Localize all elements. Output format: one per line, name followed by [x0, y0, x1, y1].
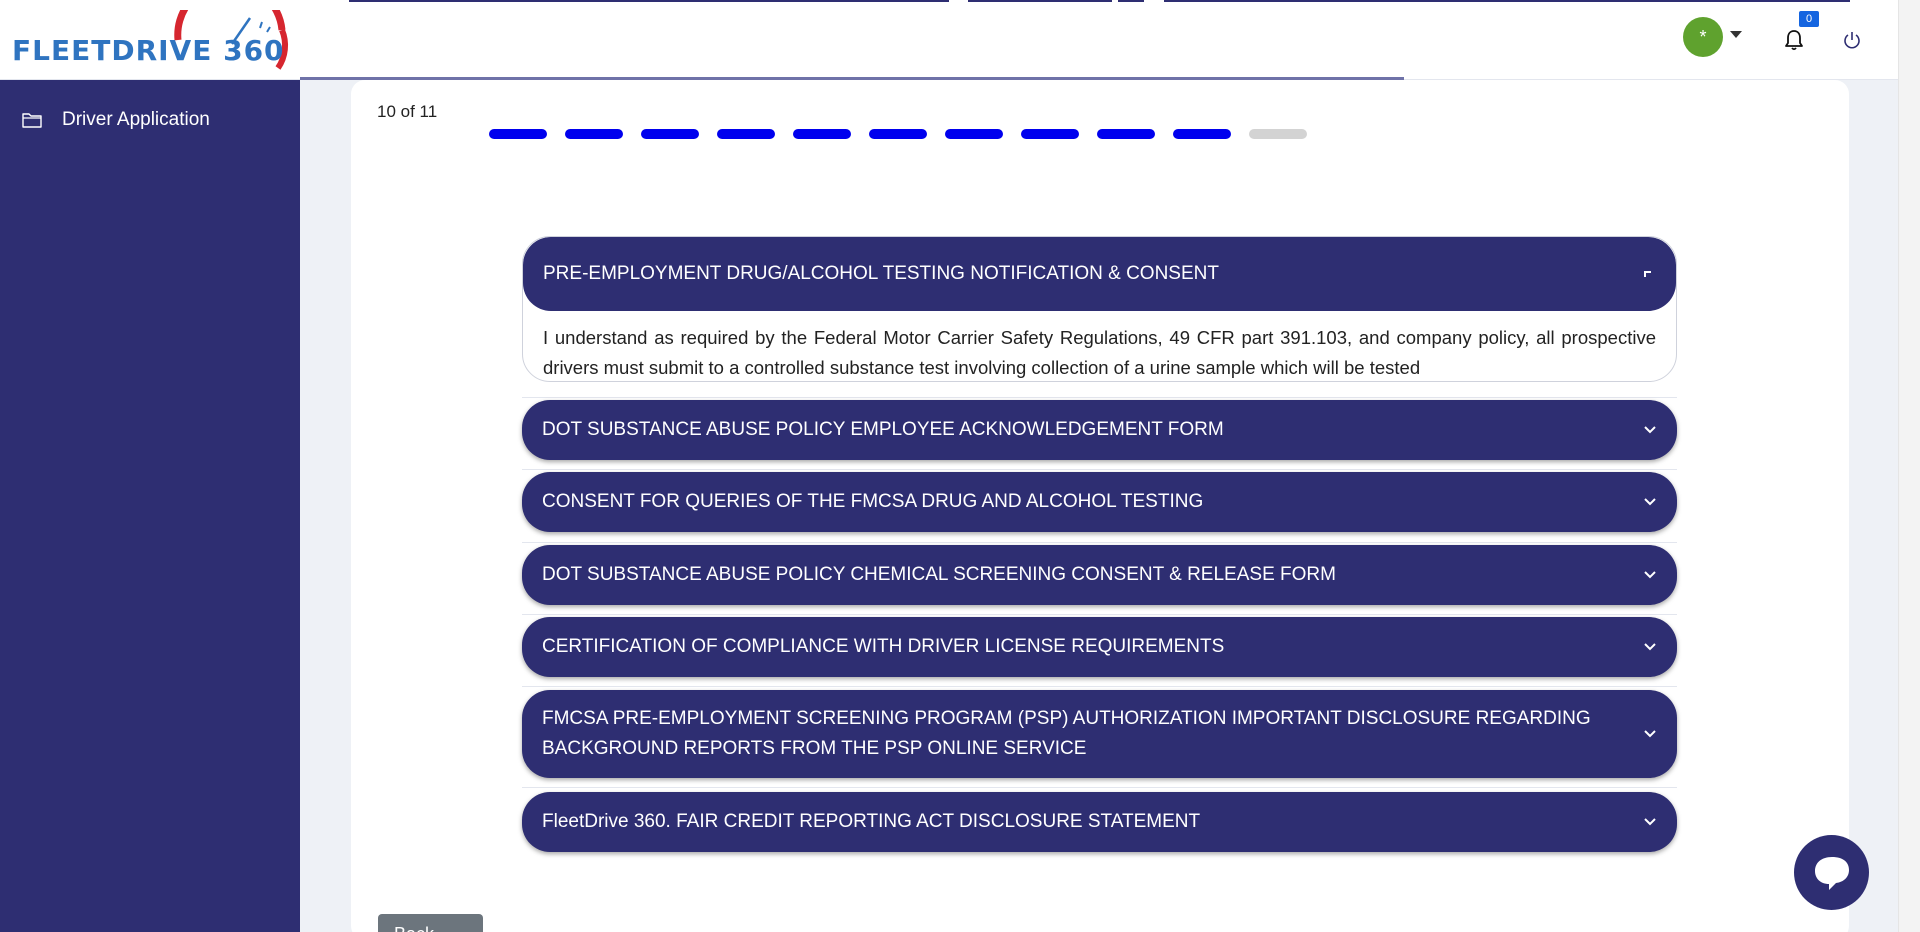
step-progress — [489, 129, 1307, 139]
fleetdrive-logo[interactable]: FLEETDRIVE 360 — [10, 10, 295, 72]
accordion-title: FleetDrive 360. FAIR CREDIT REPORTING AC… — [542, 811, 1201, 832]
accordion-substance-abuse-acknowledgement[interactable]: DOT SUBSTANCE ABUSE POLICY EMPLOYEE ACKN… — [522, 400, 1677, 460]
top-accent-line — [1118, 0, 1144, 2]
accordion-header[interactable]: DOT SUBSTANCE ABUSE POLICY CHEMICAL SCRE… — [522, 545, 1677, 605]
accordion-header[interactable]: PRE-EMPLOYMENT DRUG/ALCOHOL TESTING NOTI… — [523, 237, 1676, 311]
step-indicator — [793, 129, 851, 139]
accordion-header[interactable]: CONSENT FOR QUERIES OF THE FMCSA DRUG AN… — [522, 472, 1677, 532]
divider — [522, 686, 1677, 687]
accordion-title: PRE-EMPLOYMENT DRUG/ALCOHOL TESTING NOTI… — [543, 263, 1219, 284]
step-indicator — [565, 129, 623, 139]
step-indicator — [869, 129, 927, 139]
notification-badge: 0 — [1799, 11, 1819, 27]
accordion-drug-alcohol-consent: PRE-EMPLOYMENT DRUG/ALCOHOL TESTING NOTI… — [522, 236, 1677, 382]
accordion-body-text: I understand as required by the Federal … — [543, 327, 1656, 378]
chevron-down-icon — [1644, 571, 1656, 579]
chat-bubble-icon — [1814, 856, 1849, 890]
sidebar-item-label: Driver Application — [62, 109, 210, 130]
caret-down-icon[interactable] — [1730, 31, 1742, 38]
chevron-down-icon — [1644, 498, 1656, 506]
step-indicator — [1249, 129, 1307, 139]
step-counter: 10 of 11 — [377, 102, 438, 121]
top-accent-line — [349, 0, 949, 2]
step-indicator — [1173, 129, 1231, 139]
accordion-title: FMCSA PRE-EMPLOYMENT SCREENING PROGRAM (… — [542, 708, 1591, 759]
power-icon[interactable] — [1842, 30, 1862, 50]
chevron-down-icon — [1644, 730, 1656, 738]
sidebar-item-driver-application[interactable]: Driver Application — [0, 102, 300, 138]
logo-text: FLEETDRIVE 360 — [12, 34, 285, 67]
accordion-header[interactable]: FleetDrive 360. FAIR CREDIT REPORTING AC… — [522, 792, 1677, 852]
avatar-symbol: * — [1699, 26, 1707, 47]
accordion-fair-credit-reporting[interactable]: FleetDrive 360. FAIR CREDIT REPORTING AC… — [522, 792, 1677, 852]
chevron-down-icon — [1644, 426, 1656, 434]
accordion-fmcsa-queries-consent[interactable]: CONSENT FOR QUERIES OF THE FMCSA DRUG AN… — [522, 472, 1677, 532]
accordion-chemical-screening-consent[interactable]: DOT SUBSTANCE ABUSE POLICY CHEMICAL SCRE… — [522, 545, 1677, 605]
accordion-driver-license-compliance[interactable]: CERTIFICATION OF COMPLIANCE WITH DRIVER … — [522, 617, 1677, 677]
back-button[interactable]: Back — [378, 914, 483, 932]
accordion-psp-authorization[interactable]: FMCSA PRE-EMPLOYMENT SCREENING PROGRAM (… — [522, 690, 1677, 778]
divider — [522, 614, 1677, 615]
page-scrollbar[interactable] — [1898, 0, 1920, 932]
step-indicator — [1097, 129, 1155, 139]
step-indicator — [489, 129, 547, 139]
accordion-header[interactable]: CERTIFICATION OF COMPLIANCE WITH DRIVER … — [522, 617, 1677, 677]
bell-icon[interactable] — [1782, 28, 1806, 52]
divider — [522, 542, 1677, 543]
top-header: FLEETDRIVE 360 * 0 — [0, 0, 1898, 80]
top-accent-line — [968, 0, 1112, 2]
accordion-title: CONSENT FOR QUERIES OF THE FMCSA DRUG AN… — [542, 491, 1204, 512]
chevron-up-icon — [1644, 271, 1651, 277]
sidebar: Driver Application — [0, 80, 300, 932]
accordion-header[interactable]: DOT SUBSTANCE ABUSE POLICY EMPLOYEE ACKN… — [522, 400, 1677, 460]
chat-widget-button[interactable] — [1794, 835, 1869, 910]
divider — [522, 469, 1677, 470]
divider — [522, 397, 1677, 398]
step-indicator — [717, 129, 775, 139]
top-accent-line — [1164, 0, 1850, 2]
chevron-down-icon — [1644, 643, 1656, 651]
step-indicator — [945, 129, 1003, 139]
step-indicator — [641, 129, 699, 139]
avatar[interactable]: * — [1683, 17, 1723, 57]
accordion-title: CERTIFICATION OF COMPLIANCE WITH DRIVER … — [542, 636, 1225, 657]
chevron-down-icon — [1644, 818, 1656, 826]
step-indicator — [1021, 129, 1079, 139]
accordion-title: DOT SUBSTANCE ABUSE POLICY EMPLOYEE ACKN… — [542, 419, 1224, 440]
accordion-header[interactable]: FMCSA PRE-EMPLOYMENT SCREENING PROGRAM (… — [522, 690, 1677, 778]
folder-icon — [22, 113, 42, 128]
divider — [522, 787, 1677, 788]
accordion-title: DOT SUBSTANCE ABUSE POLICY CHEMICAL SCRE… — [542, 564, 1336, 585]
